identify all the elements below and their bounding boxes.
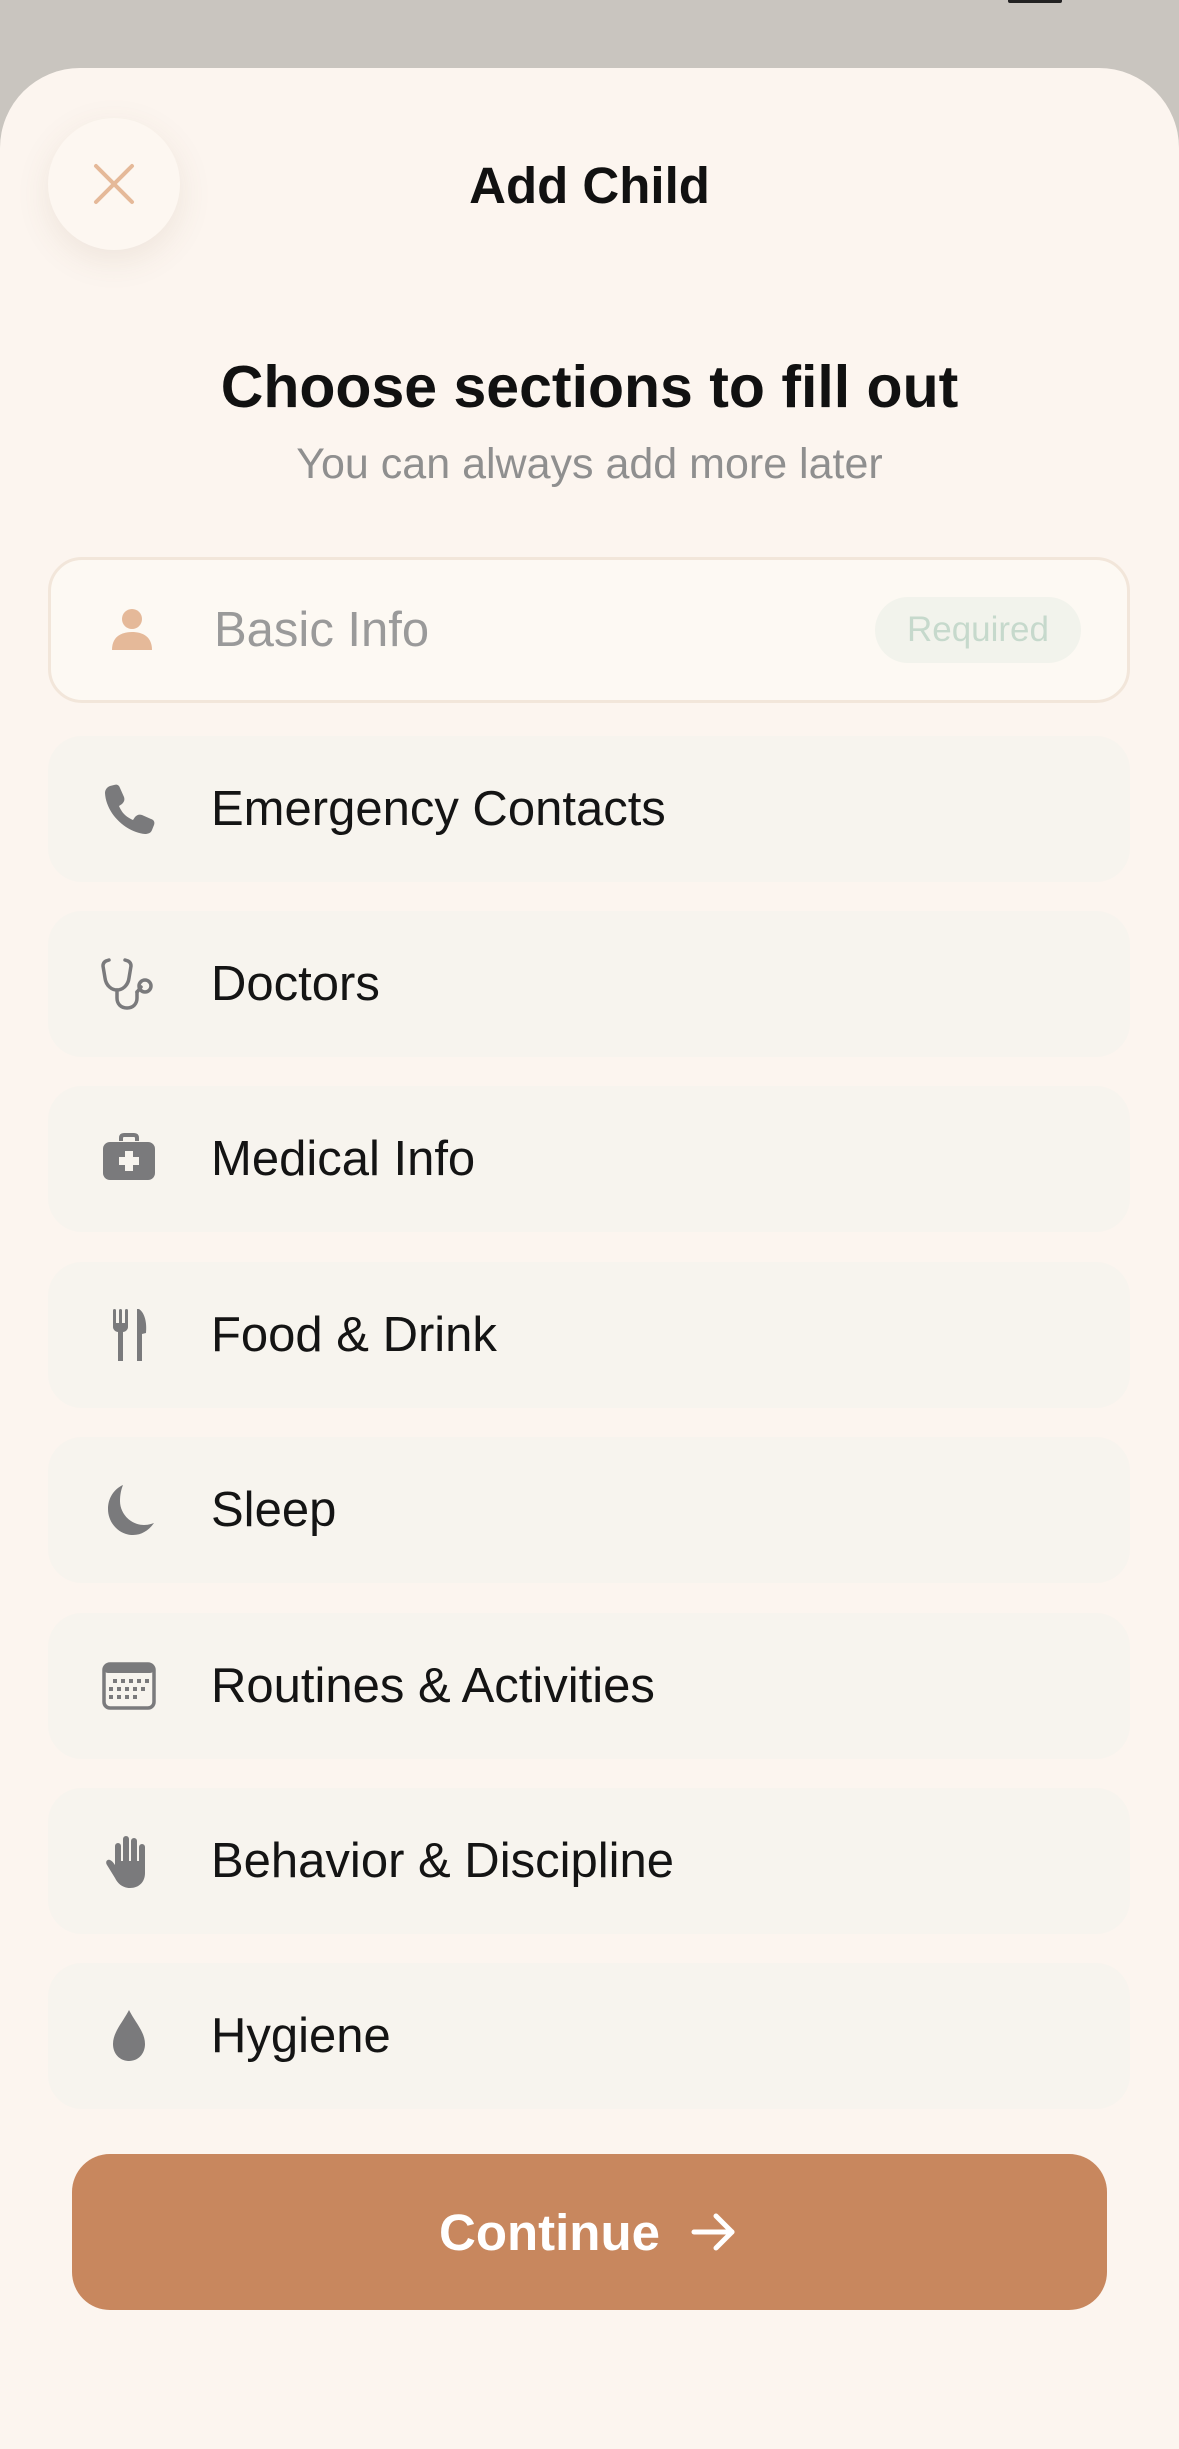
arrow-right-icon — [688, 2206, 740, 2258]
section-label: Routines & Activities — [211, 1659, 655, 1713]
page-subheading: You can always add more later — [296, 440, 883, 488]
section-label: Sleep — [211, 1483, 337, 1537]
section-label: Food & Drink — [211, 1308, 497, 1362]
medical-kit-icon — [96, 1126, 162, 1192]
section-label: Emergency Contacts — [211, 782, 666, 836]
phone-icon — [96, 776, 162, 842]
continue-label: Continue — [439, 2203, 660, 2261]
section-label: Hygiene — [211, 2009, 391, 2063]
section-basic-info: Basic Info Required — [48, 557, 1130, 703]
section-doctors[interactable]: Doctors — [48, 911, 1130, 1057]
section-emergency-contacts[interactable]: Emergency Contacts — [48, 736, 1130, 882]
section-medical-info[interactable]: Medical Info — [48, 1086, 1130, 1232]
moon-icon — [96, 1477, 162, 1543]
page-heading: Choose sections to fill out — [220, 354, 959, 420]
section-food-drink[interactable]: Food & Drink — [48, 1262, 1130, 1408]
hand-icon — [96, 1828, 162, 1894]
stethoscope-icon — [96, 951, 162, 1017]
section-sleep[interactable]: Sleep — [48, 1437, 1130, 1583]
section-label: Doctors — [211, 957, 380, 1011]
drop-icon — [96, 2003, 162, 2069]
sheet-title: Add Child — [469, 157, 710, 214]
add-child-sheet: Add Child Choose sections to fill out Yo… — [0, 68, 1179, 2449]
fork-knife-icon — [96, 1302, 162, 1368]
section-routines-activities[interactable]: Routines & Activities — [48, 1613, 1130, 1759]
section-label: Medical Info — [211, 1132, 476, 1186]
section-hygiene[interactable]: Hygiene — [48, 1963, 1130, 2109]
status-bar-indicator — [1008, 0, 1062, 3]
calendar-icon — [96, 1653, 162, 1719]
section-behavior-discipline[interactable]: Behavior & Discipline — [48, 1788, 1130, 1934]
section-label: Basic Info — [214, 603, 430, 657]
person-icon — [99, 597, 165, 663]
required-badge: Required — [874, 597, 1081, 663]
section-label: Behavior & Discipline — [211, 1834, 674, 1888]
continue-button[interactable]: Continue — [72, 2154, 1107, 2310]
